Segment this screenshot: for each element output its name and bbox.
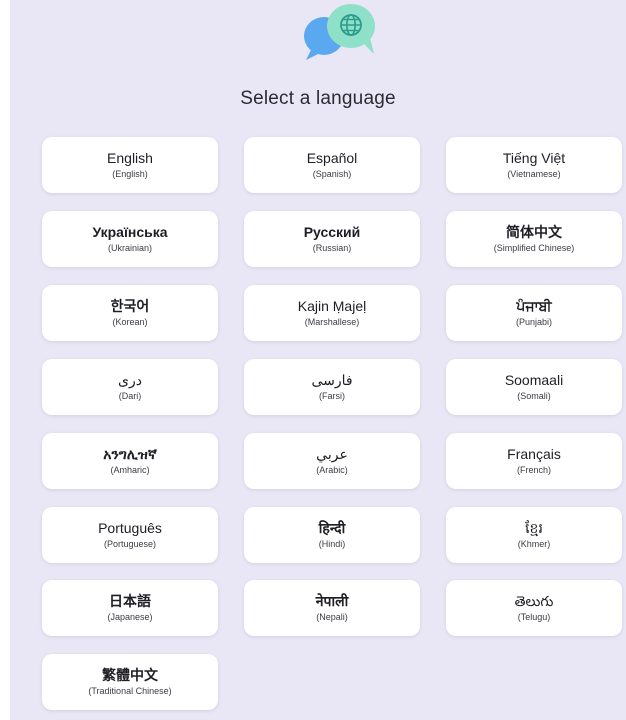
language-native-name: Tiếng Việt: [502, 150, 566, 166]
language-native-name: हिन्दी: [318, 520, 346, 536]
language-native-name: 日本語: [109, 593, 151, 609]
language-native-name: ਪੰਜਾਬੀ: [516, 298, 552, 314]
language-native-name: Русский: [303, 224, 361, 240]
language-native-name: Soomaali: [504, 372, 564, 388]
chat-bubbles-globe-icon: [298, 4, 388, 62]
language-option-japanese[interactable]: 日本語 (Japanese): [42, 580, 218, 636]
language-native-name: 繁體中文: [102, 667, 158, 683]
language-native-name: नेपाली: [315, 593, 349, 609]
language-option-spanish[interactable]: Español (Spanish): [244, 137, 420, 193]
language-option-nepali[interactable]: नेपाली (Nepali): [244, 580, 420, 636]
language-option-simplified-chinese[interactable]: 简体中文 (Simplified Chinese): [446, 211, 622, 267]
language-english-name: (Arabic): [316, 465, 348, 475]
language-option-marshallese[interactable]: Kajin Ṃajeḷ (Marshallese): [244, 285, 420, 341]
language-english-name: (Khmer): [517, 539, 551, 549]
language-english-name: (Punjabi): [515, 317, 553, 327]
language-english-name: (Traditional Chinese): [88, 686, 172, 696]
language-native-name: 한국어: [110, 298, 150, 314]
language-native-name: 简体中文: [506, 224, 562, 240]
language-native-name: Português: [98, 520, 162, 536]
language-native-name: English: [107, 150, 153, 166]
language-option-portuguese[interactable]: Português (Portuguese): [42, 507, 218, 563]
language-english-name: (Korean): [112, 317, 148, 327]
language-option-ukrainian[interactable]: Українська (Ukrainian): [42, 211, 218, 267]
page-title: Select a language: [240, 88, 396, 109]
language-english-name: (Dari): [118, 391, 142, 401]
language-native-name: دری: [118, 372, 142, 388]
language-native-name: Kajin Ṃajeḷ: [297, 298, 367, 314]
language-english-name: (Ukrainian): [107, 243, 152, 253]
language-option-farsi[interactable]: فارسی (Farsi): [244, 359, 420, 415]
language-native-name: ខ្មែរ: [525, 520, 543, 536]
language-option-hindi[interactable]: हिन्दी (Hindi): [244, 507, 420, 563]
language-english-name: (Hindi): [318, 539, 346, 549]
language-option-punjabi[interactable]: ਪੰਜਾਬੀ (Punjabi): [446, 285, 622, 341]
language-native-name: فارسی: [311, 372, 353, 388]
language-native-name: Français: [507, 446, 561, 462]
language-english-name: (Russian): [312, 243, 352, 253]
language-option-korean[interactable]: 한국어 (Korean): [42, 285, 218, 341]
language-english-name: (English): [112, 169, 148, 179]
language-option-amharic[interactable]: አንግሊዝኛ (Amharic): [42, 433, 218, 489]
language-english-name: (Somali): [517, 391, 551, 401]
language-option-arabic[interactable]: عربي (Arabic): [244, 433, 420, 489]
language-native-name: عربي: [316, 446, 348, 462]
language-native-name: Українська: [92, 224, 168, 240]
language-option-traditional-chinese[interactable]: 繁體中文 (Traditional Chinese): [42, 654, 218, 710]
language-option-khmer[interactable]: ខ្មែរ (Khmer): [446, 507, 622, 563]
language-english-name: (French): [516, 465, 551, 475]
language-english-name: (Nepali): [316, 612, 348, 622]
language-english-name: (Japanese): [107, 612, 153, 622]
language-english-name: (Amharic): [110, 465, 150, 475]
language-english-name: (Telugu): [517, 612, 551, 622]
language-english-name: (Farsi): [319, 391, 345, 401]
language-option-russian[interactable]: Русский (Russian): [244, 211, 420, 267]
language-option-french[interactable]: Français (French): [446, 433, 622, 489]
language-option-english[interactable]: English (English): [42, 137, 218, 193]
language-option-vietnamese[interactable]: Tiếng Việt (Vietnamese): [446, 137, 622, 193]
language-option-somali[interactable]: Soomaali (Somali): [446, 359, 622, 415]
language-english-name: (Vietnamese): [507, 169, 561, 179]
language-english-name: (Marshallese): [304, 317, 360, 327]
language-native-name: አንግሊዝኛ: [103, 446, 157, 462]
language-english-name: (Portuguese): [103, 539, 157, 549]
language-native-name: తెలుగు: [514, 593, 554, 609]
language-english-name: (Simplified Chinese): [493, 243, 575, 253]
language-option-dari[interactable]: دری (Dari): [42, 359, 218, 415]
language-native-name: Español: [306, 150, 358, 166]
language-option-telugu[interactable]: తెలుగు (Telugu): [446, 580, 622, 636]
language-english-name: (Spanish): [312, 169, 352, 179]
